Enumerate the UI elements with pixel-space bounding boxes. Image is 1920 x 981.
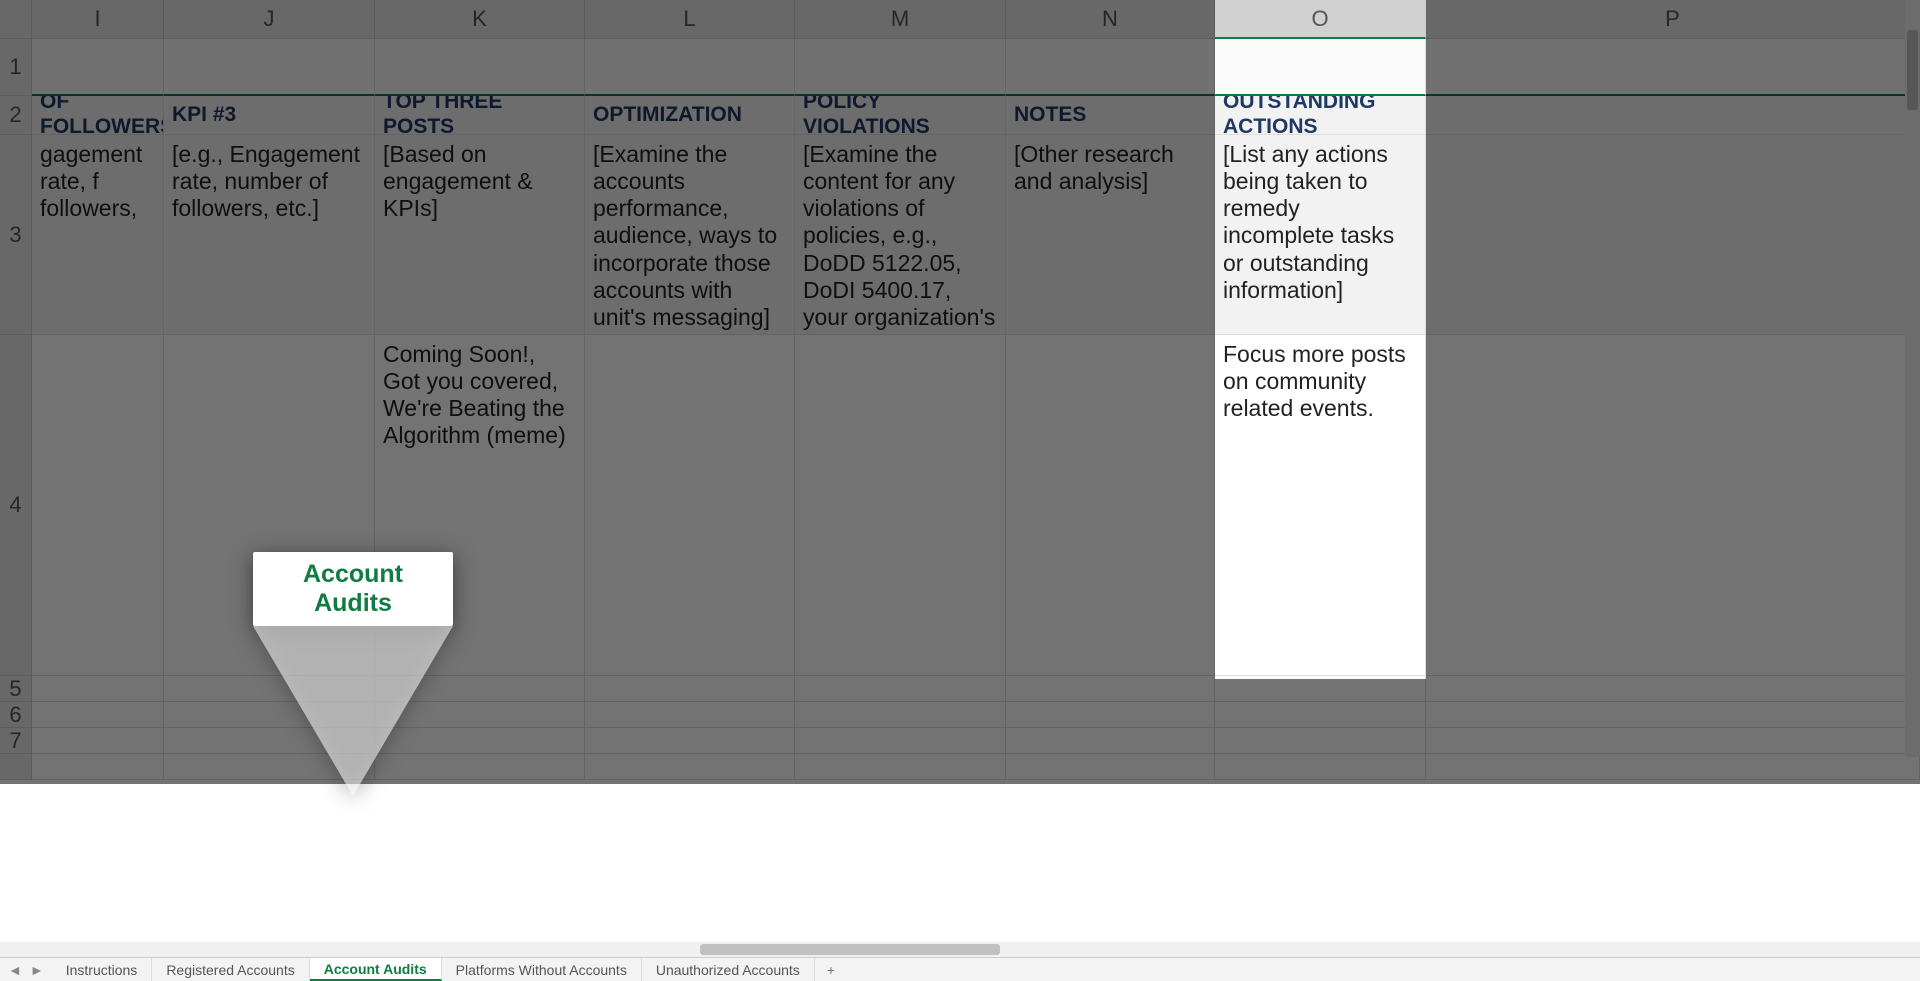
cell-L6[interactable] [585,702,795,728]
sheet-tab-instructions[interactable]: Instructions [52,958,153,981]
cell-M1[interactable] [795,39,1006,96]
sheet-tab-unauthorized-accounts[interactable]: Unauthorized Accounts [642,958,815,981]
cell-L3[interactable]: [Examine the accounts performance, audie… [585,135,795,335]
cell-I8[interactable] [32,754,164,780]
column-header-M[interactable]: M [795,0,1006,39]
row-header-8[interactable] [0,754,32,780]
cell-L7[interactable] [585,728,795,754]
cell-O2[interactable]: OUTSTANDING ACTIONS [1215,96,1426,135]
cell-I7[interactable] [32,728,164,754]
cell-N8[interactable] [1006,754,1215,780]
cell-P2[interactable] [1426,96,1920,135]
cell-P6[interactable] [1426,702,1920,728]
cell-I5[interactable] [32,676,164,702]
column-header-P[interactable]: P [1426,0,1920,39]
cell-N1[interactable] [1006,39,1215,96]
cell-J1[interactable] [164,39,375,96]
tab-nav-controls: ◄ ► [0,958,52,981]
cell-I4[interactable] [32,335,164,676]
cell-N7[interactable] [1006,728,1215,754]
column-header-N[interactable]: N [1006,0,1215,39]
cell-K3[interactable]: [Based on engagement & KPIs] [375,135,585,335]
cell-O7[interactable] [1215,728,1426,754]
cell-M7[interactable] [795,728,1006,754]
row-header-3[interactable]: 3 [0,135,32,335]
row-header-5[interactable]: 5 [0,676,32,702]
cell-N5[interactable] [1006,676,1215,702]
sheet-tab-registered-accounts[interactable]: Registered Accounts [152,958,309,981]
cell-M4[interactable] [795,335,1006,676]
cell-O4[interactable]: Focus more posts on community related ev… [1215,335,1426,676]
cell-I2[interactable]: OF FOLLOWERS [32,96,164,135]
cell-P8[interactable] [1426,754,1920,780]
tab-nav-next-icon[interactable]: ► [30,962,44,978]
cell-L4[interactable] [585,335,795,676]
vertical-scrollbar[interactable] [1905,0,1920,757]
cell-L1[interactable] [585,39,795,96]
sheet-tab-account-audits[interactable]: Account Audits [310,958,442,981]
column-headers: IJKLMNOP [32,0,1920,39]
callout-arrow-icon [253,626,453,796]
spreadsheet-view: IJKLMNOP 1234567 OF FOLLOWERSKPI #3TOP T… [0,0,1920,981]
cell-O8[interactable] [1215,754,1426,780]
add-sheet-button[interactable]: + [815,958,847,981]
cell-O6[interactable] [1215,702,1426,728]
row-header-6[interactable]: 6 [0,702,32,728]
cell-P5[interactable] [1426,676,1920,702]
cell-M6[interactable] [795,702,1006,728]
column-header-K[interactable]: K [375,0,585,39]
cell-N3[interactable]: [Other research and analysis] [1006,135,1215,335]
cell-I3[interactable]: gagement rate, f followers, [32,135,164,335]
cell-J3[interactable]: [e.g., Engagement rate, number of follow… [164,135,375,335]
column-header-I[interactable]: I [32,0,164,39]
select-all-corner[interactable] [0,0,32,39]
cell-M2[interactable]: POLICY VIOLATIONS [795,96,1006,135]
cell-K2[interactable]: TOP THREE POSTS [375,96,585,135]
cell-N2[interactable]: NOTES [1006,96,1215,135]
cell-O5[interactable] [1215,676,1426,702]
row-headers: 1234567 [0,39,32,780]
callout-label: Account Audits [253,552,453,626]
cell-M5[interactable] [795,676,1006,702]
tab-nav-prev-icon[interactable]: ◄ [8,962,22,978]
horizontal-scrollbar[interactable] [0,942,1920,957]
horizontal-scrollbar-thumb[interactable] [700,944,1000,955]
row-header-1[interactable]: 1 [0,39,32,96]
sheet-tabs: InstructionsRegistered AccountsAccount A… [52,958,815,981]
cell-P4[interactable] [1426,335,1920,676]
row-header-4[interactable]: 4 [0,335,32,676]
cell-I6[interactable] [32,702,164,728]
vertical-scrollbar-thumb[interactable] [1907,30,1918,110]
cell-N4[interactable] [1006,335,1215,676]
column-header-O[interactable]: O [1215,0,1426,39]
row-header-2[interactable]: 2 [0,96,32,135]
cell-L2[interactable]: OPTIMIZATION [585,96,795,135]
cell-M8[interactable] [795,754,1006,780]
cell-P1[interactable] [1426,39,1920,96]
cell-O1[interactable] [1215,39,1426,96]
cell-M3[interactable]: [Examine the content for any violations … [795,135,1006,335]
cell-O3[interactable]: [List any actions being taken to remedy … [1215,135,1426,335]
cell-L5[interactable] [585,676,795,702]
cell-P7[interactable] [1426,728,1920,754]
row-header-7[interactable]: 7 [0,728,32,754]
cell-N6[interactable] [1006,702,1215,728]
sheet-tab-platforms-without-accounts[interactable]: Platforms Without Accounts [442,958,642,981]
callout-account-audits: Account Audits [253,552,453,796]
column-header-J[interactable]: J [164,0,375,39]
column-header-L[interactable]: L [585,0,795,39]
cell-J2[interactable]: KPI #3 [164,96,375,135]
cell-P3[interactable] [1426,135,1920,335]
cell-K1[interactable] [375,39,585,96]
sheet-tab-bar: ◄ ► InstructionsRegistered AccountsAccou… [0,957,1920,981]
cell-L8[interactable] [585,754,795,780]
cell-I1[interactable] [32,39,164,96]
